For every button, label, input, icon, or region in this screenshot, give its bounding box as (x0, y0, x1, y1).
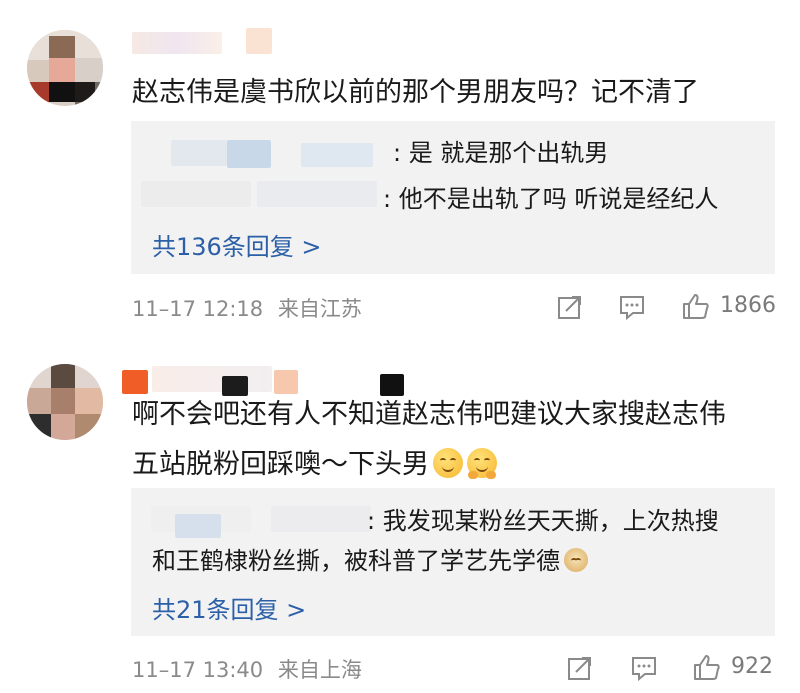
comment-icon[interactable] (630, 654, 658, 682)
comment-meta: 11–17 12:18 来自江苏 (132, 293, 362, 323)
comment-icon[interactable] (618, 293, 646, 321)
like-icon[interactable] (692, 652, 722, 682)
comment-text: 赵志伟是虞书欣以前的那个男朋友吗？记不清了 (132, 77, 699, 108)
comment-time: 11–17 12:18 (132, 297, 264, 321)
reply-preview-box[interactable]: : 我发现某粉丝天天撕，上次热搜 和王鹤棣粉丝撕，被科普了学艺先学德 共21条回… (131, 488, 775, 636)
reply-username-blurred[interactable] (257, 181, 377, 207)
doge-emoji-icon (564, 548, 588, 572)
reply-text: : 他不是出轨了吗 听说是经纪人 (383, 185, 719, 213)
reply-text: 和王鹤棣粉丝撕，被科普了学艺先学德 (152, 544, 588, 578)
avatar[interactable] (27, 364, 103, 440)
like-icon[interactable] (681, 291, 711, 321)
comment-location: 来自江苏 (277, 297, 362, 321)
comment-meta: 11–17 13:40 来自上海 (132, 654, 362, 684)
comment-text: 啊不会吧还有人不知道赵志伟吧建议大家搜赵志伟 五站脱粉回踩噢～下头男 (132, 390, 726, 490)
share-icon[interactable] (566, 654, 594, 682)
more-replies-link[interactable]: 共136条回复 > (152, 227, 322, 262)
reply-username-blurred[interactable] (141, 181, 251, 207)
more-replies-link[interactable]: 共21条回复 > (152, 590, 306, 625)
username-blurred (246, 28, 272, 54)
reply-username-blurred[interactable] (175, 514, 221, 538)
share-icon[interactable] (556, 293, 584, 321)
comment-text-line: 啊不会吧还有人不知道赵志伟吧建议大家搜赵志伟 (132, 399, 726, 430)
reply-text: : 是 就是那个出轨男 (393, 139, 609, 167)
reply-username-blurred[interactable] (227, 140, 271, 168)
comment-text-line: 五站脱粉回踩噢～下头男 (132, 449, 429, 480)
username-blurred[interactable] (132, 32, 222, 54)
reply-text: : 我发现某粉丝天天撕，上次热搜 (367, 507, 719, 535)
reply-username-blurred[interactable] (301, 143, 373, 167)
reply-text-line: 和王鹤棣粉丝撕，被科普了学艺先学德 (152, 547, 560, 575)
reply-username-blurred[interactable] (171, 140, 227, 166)
comment-location: 来自上海 (277, 658, 362, 682)
reply-username-blurred[interactable] (271, 506, 371, 532)
comment-time: 11–17 13:40 (132, 658, 264, 682)
hug-emoji-icon (467, 448, 497, 479)
comment-item: 啊不会吧还有人不知道赵志伟吧建议大家搜赵志伟 五站脱粉回踩噢～下头男 : 我发现… (0, 340, 800, 693)
username-blurred[interactable] (152, 366, 272, 392)
comment-item: 赵志伟是虞书欣以前的那个男朋友吗？记不清了 : 是 就是那个出轨男 : 他不是出… (0, 0, 800, 340)
reply-preview-box[interactable]: : 是 就是那个出轨男 : 他不是出轨了吗 听说是经纪人 共136条回复 > (131, 121, 775, 274)
avatar[interactable] (27, 30, 103, 106)
smile-emoji-icon (433, 448, 463, 478)
like-count: 1866 (720, 293, 776, 318)
like-count: 922 (731, 654, 773, 679)
